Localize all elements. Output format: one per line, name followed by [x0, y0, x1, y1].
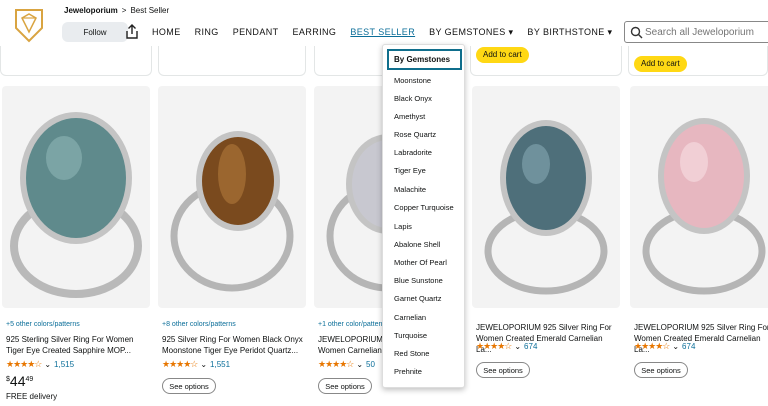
product-rating[interactable]: ★★★★☆ ⌄ 1,551: [162, 359, 230, 370]
ring-illustration: [642, 118, 766, 295]
breadcrumb-brand[interactable]: Jeweloporium: [64, 6, 118, 15]
menu-item-copper-turquoise[interactable]: Copper Turquoise: [394, 203, 454, 212]
product-title[interactable]: 925 Sterling Silver Ring For Women Tiger…: [6, 334, 148, 356]
product-image[interactable]: [2, 86, 150, 308]
menu-item-blue-sunstone[interactable]: Blue Sunstone: [394, 276, 443, 285]
product-card[interactable]: +8 other colors/patterns 925 Silver Ring…: [158, 86, 306, 406]
menu-item-black-onyx[interactable]: Black Onyx: [394, 94, 432, 103]
prev-row-card: [158, 46, 306, 76]
chevron-down-icon[interactable]: ⌄: [200, 360, 207, 369]
menu-item-tiger-eye[interactable]: Tiger Eye: [394, 166, 426, 175]
menu-item-lapis[interactable]: Lapis: [394, 222, 412, 231]
star-rating-icon: ★★★★☆: [318, 359, 354, 369]
menu-item-malachite[interactable]: Malachite: [394, 185, 426, 194]
nav-by-birthstone[interactable]: BY BIRTHSTONE ▾: [527, 27, 612, 38]
nav-ring[interactable]: RING: [195, 27, 219, 38]
search-input[interactable]: [645, 25, 768, 39]
menu-item-abalone-shell[interactable]: Abalone Shell: [394, 240, 440, 249]
nav-home[interactable]: HOME: [152, 27, 181, 38]
color-variants-link[interactable]: +5 other colors/patterns: [6, 321, 80, 328]
star-rating-icon: ★★★★☆: [476, 341, 512, 351]
chevron-down-icon[interactable]: ⌄: [514, 342, 521, 351]
product-price: $4449: [6, 373, 33, 389]
menu-item-mother-of-pearl[interactable]: Mother Of Pearl: [394, 258, 447, 267]
star-rating-icon: ★★★★☆: [162, 359, 198, 369]
price-whole: 44: [9, 373, 26, 389]
rating-count[interactable]: 1,515: [54, 360, 74, 369]
product-image[interactable]: [630, 86, 768, 308]
nav-best-seller[interactable]: BEST SELLER: [350, 27, 415, 38]
price-fraction: 49: [25, 376, 34, 383]
rating-count[interactable]: 674: [524, 342, 537, 351]
see-options-button[interactable]: See options: [476, 362, 530, 378]
ring-illustration: [10, 112, 142, 298]
breadcrumb: Jeweloporium > Best Seller: [64, 6, 169, 15]
gemstones-dropdown-menu: By Gemstones Moonstone Black Onyx Amethy…: [382, 44, 465, 388]
nav-pendant[interactable]: PENDANT: [233, 27, 279, 38]
product-rating[interactable]: ★★★★☆ ⌄ 674: [634, 341, 695, 352]
breadcrumb-separator: >: [121, 6, 127, 15]
dropdown-heading[interactable]: By Gemstones: [387, 49, 462, 70]
menu-item-rose-quartz[interactable]: Rose Quartz: [394, 130, 436, 139]
menu-item-labradorite[interactable]: Labradorite: [394, 148, 432, 157]
product-image[interactable]: [472, 86, 620, 308]
menu-item-moonstone[interactable]: Moonstone: [394, 76, 431, 85]
menu-item-turquoise[interactable]: Turquoise: [394, 331, 427, 340]
menu-item-garnet-quartz[interactable]: Garnet Quartz: [394, 294, 442, 303]
nav-earring[interactable]: EARRING: [293, 27, 337, 38]
product-image[interactable]: [158, 86, 306, 308]
prev-row-card: [0, 46, 152, 76]
menu-item-prehnite[interactable]: Prehnite: [394, 367, 422, 376]
chevron-down-icon[interactable]: ⌄: [356, 360, 363, 369]
prev-row-card: [470, 46, 622, 76]
breadcrumb-current[interactable]: Best Seller: [130, 6, 169, 15]
store-nav: HOME RING PENDANT EARRING BEST SELLER BY…: [152, 27, 626, 38]
product-title[interactable]: 925 Silver Ring For Women Black Onyx Moo…: [162, 334, 304, 356]
chevron-down-icon[interactable]: ⌄: [672, 342, 679, 351]
jeweloporium-logo[interactable]: [12, 6, 46, 44]
see-options-button[interactable]: See options: [162, 378, 216, 394]
ring-illustration: [484, 120, 608, 295]
star-rating-icon: ★★★★☆: [634, 341, 670, 351]
product-card[interactable]: JEWELOPORIUM 925 Silver Ring For Women C…: [630, 86, 768, 406]
color-variants-link[interactable]: +8 other colors/patterns: [162, 321, 236, 328]
ring-illustration: [170, 131, 294, 292]
delivery-text: FREE delivery: [6, 392, 58, 401]
menu-item-amethyst[interactable]: Amethyst: [394, 112, 425, 121]
menu-item-red-stone[interactable]: Red Stone: [394, 349, 429, 358]
rating-count[interactable]: 1,551: [210, 360, 230, 369]
search-icon: [630, 26, 643, 39]
product-card[interactable]: JEWELOPORIUM 925 Silver Ring For Women C…: [472, 86, 620, 406]
rating-count[interactable]: 50: [366, 360, 375, 369]
menu-item-carnelian[interactable]: Carnelian: [394, 313, 426, 322]
store-header: Jeweloporium > Best Seller Follow HOME R…: [0, 0, 768, 46]
nav-by-gemstones[interactable]: BY GEMSTONES ▾: [429, 27, 513, 38]
product-card[interactable]: +5 other colors/patterns 925 Sterling Si…: [2, 86, 150, 406]
product-rating[interactable]: ★★★★☆ ⌄ 674: [476, 341, 537, 352]
store-search[interactable]: [624, 21, 768, 43]
follow-button[interactable]: Follow: [62, 22, 128, 42]
color-variants-link[interactable]: +1 other color/pattern: [318, 321, 385, 328]
rating-count[interactable]: 674: [682, 342, 695, 351]
star-rating-icon: ★★★★☆: [6, 359, 42, 369]
product-rating[interactable]: ★★★★☆ ⌄ 1,515: [6, 359, 74, 370]
see-options-button[interactable]: See options: [634, 362, 688, 378]
prev-row-card: [628, 46, 768, 76]
chevron-down-icon[interactable]: ⌄: [44, 360, 51, 369]
see-options-button[interactable]: See options: [318, 378, 372, 394]
product-rating[interactable]: ★★★★☆ ⌄ 50: [318, 359, 375, 370]
share-icon[interactable]: [125, 24, 139, 40]
